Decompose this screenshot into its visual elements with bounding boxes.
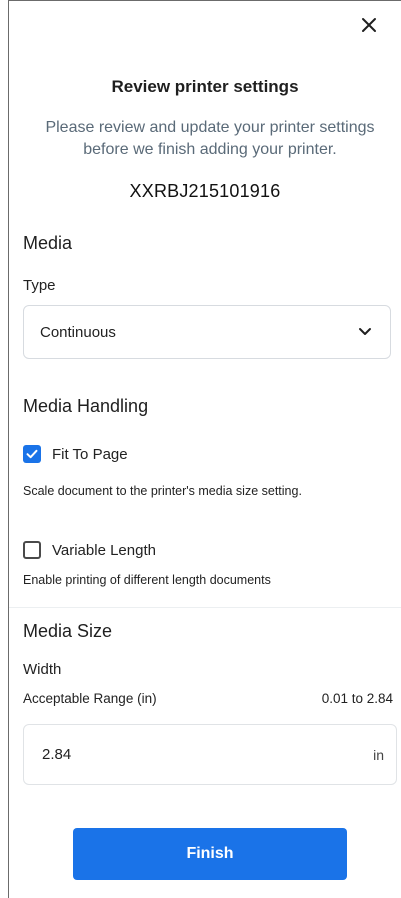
section-divider xyxy=(9,607,401,608)
close-button[interactable] xyxy=(359,15,379,35)
media-size-heading: Media Size xyxy=(23,621,113,641)
chevron-down-icon xyxy=(359,328,371,335)
printer-serial-number: XXRBJ215101916 xyxy=(129,181,281,201)
printer-settings-dialog: Review printer settings Please review an… xyxy=(8,0,401,898)
width-label: Width xyxy=(23,661,62,678)
width-unit: in xyxy=(373,746,384,763)
media-handling-heading: Media Handling xyxy=(23,396,149,416)
close-icon xyxy=(362,18,376,32)
variable-length-checkbox[interactable] xyxy=(23,541,41,559)
media-type-value: Continuous xyxy=(40,323,116,341)
variable-length-option[interactable]: Variable Length xyxy=(23,541,156,559)
width-input[interactable] xyxy=(42,746,242,763)
acceptable-range-value: 0.01 to 2.84 xyxy=(321,691,393,706)
dialog-title: Review printer settings xyxy=(111,77,299,96)
dialog-subtitle: Please review and update your printer se… xyxy=(45,119,375,158)
media-type-select[interactable]: Continuous xyxy=(23,305,391,359)
acceptable-range-row: Acceptable Range (in) 0.01 to 2.84 xyxy=(23,691,393,706)
acceptable-range-label: Acceptable Range (in) xyxy=(23,691,157,706)
fit-to-page-label: Fit To Page xyxy=(52,445,128,463)
width-input-container: in xyxy=(23,724,397,785)
fit-to-page-option[interactable]: Fit To Page xyxy=(23,445,128,463)
type-label: Type xyxy=(23,277,56,294)
variable-length-helper: Enable printing of different length docu… xyxy=(23,573,271,587)
check-icon xyxy=(26,449,38,459)
media-heading: Media xyxy=(23,233,73,253)
fit-to-page-checkbox[interactable] xyxy=(23,445,41,463)
finish-button[interactable]: Finish xyxy=(73,828,347,880)
fit-to-page-helper: Scale document to the printer's media si… xyxy=(23,484,302,498)
variable-length-label: Variable Length xyxy=(52,541,156,559)
